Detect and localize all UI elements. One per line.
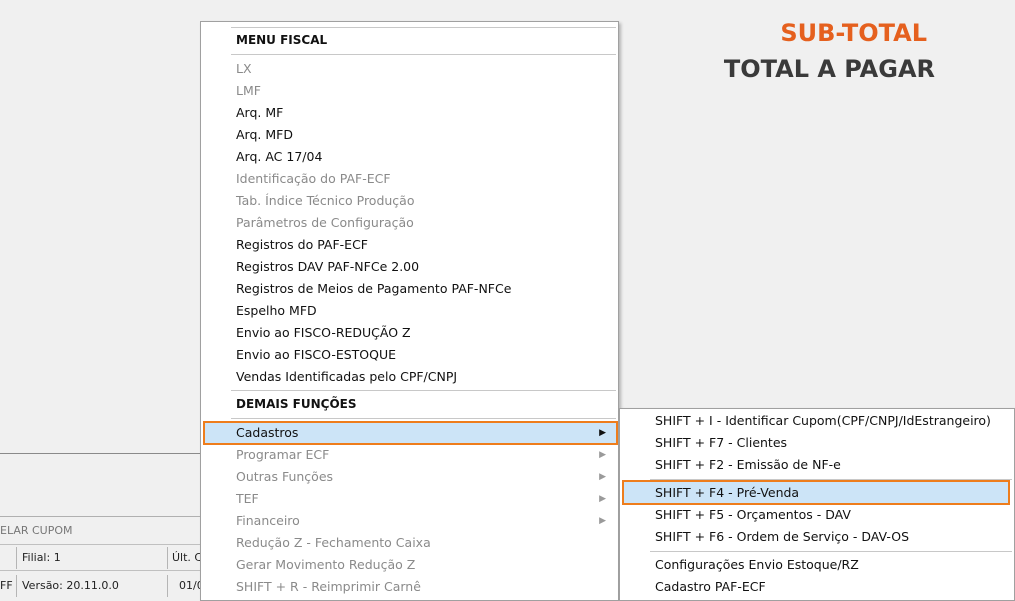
menu-item-lmf[interactable]: LMF xyxy=(236,80,612,102)
menu-item-reimprimir-carne[interactable]: SHIFT + R - Reimprimir Carnê xyxy=(236,576,612,598)
status-row-2: FF Versão: 20.11.0.0 01/0 xyxy=(0,574,204,598)
menu-item-outras-funcoes[interactable]: Outras Funções ▶ xyxy=(236,466,612,488)
cadastros-submenu: SHIFT + I - Identificar Cupom(CPF/CNPJ/I… xyxy=(619,408,1015,601)
menu-separator xyxy=(231,27,616,28)
submenu-arrow-icon: ▶ xyxy=(599,516,606,526)
menu-item-cadastros[interactable]: Cadastros ▶ xyxy=(236,422,612,444)
submenu-item-clientes[interactable]: SHIFT + F7 - Clientes xyxy=(655,432,1010,454)
status-versao: Versão: 20.11.0.0 xyxy=(22,579,119,592)
menu-item-identificacao-paf[interactable]: Identificação do PAF-ECF xyxy=(236,168,612,190)
menu-header-menu-fiscal: MENU FISCAL xyxy=(236,33,328,47)
menu-separator xyxy=(231,418,616,419)
menu-item-registros-meios-pagamento[interactable]: Registros de Meios de Pagamento PAF-NFCe xyxy=(236,278,612,300)
submenu-item-ordem-servico[interactable]: SHIFT + F6 - Ordem de Serviço - DAV-OS xyxy=(655,526,1010,548)
submenu-arrow-icon: ▶ xyxy=(599,428,606,438)
menu-item-vendas-identificadas[interactable]: Vendas Identificadas pelo CPF/CNPJ xyxy=(236,366,612,388)
menu-item-label: TEF xyxy=(236,491,259,506)
menu-item-tef[interactable]: TEF ▶ xyxy=(236,488,612,510)
menu-item-financeiro[interactable]: Financeiro ▶ xyxy=(236,510,612,532)
status-ult: Últ. C xyxy=(172,551,203,564)
status-separator xyxy=(167,547,168,569)
total-a-pagar-label: TOTAL A PAGAR xyxy=(723,55,935,83)
submenu-item-orcamentos[interactable]: SHIFT + F5 - Orçamentos - DAV xyxy=(655,504,1010,526)
submenu-arrow-icon: ▶ xyxy=(599,472,606,482)
menu-separator xyxy=(231,390,616,391)
menu-item-arq-ac[interactable]: Arq. AC 17/04 xyxy=(236,146,612,168)
menu-item-label: Outras Funções xyxy=(236,469,334,484)
menu-item-reducao-z[interactable]: Redução Z - Fechamento Caixa xyxy=(236,532,612,554)
status-separator xyxy=(16,547,17,569)
submenu-item-pre-venda[interactable]: SHIFT + F4 - Pré-Venda xyxy=(655,482,1010,504)
menu-separator xyxy=(650,551,1012,552)
status-row-1: Filial: 1 Últ. C xyxy=(0,546,203,570)
context-menu: MENU FISCAL LX LMF Arq. MF Arq. MFD Arq.… xyxy=(200,21,619,601)
divider-line xyxy=(0,544,200,545)
menu-item-parametros[interactable]: Parâmetros de Configuração xyxy=(236,212,612,234)
submenu-item-identificar-cupom[interactable]: SHIFT + I - Identificar Cupom(CPF/CNPJ/I… xyxy=(655,410,1010,432)
menu-item-label: Cadastros xyxy=(236,425,299,440)
submenu-arrow-icon: ▶ xyxy=(599,450,606,460)
status-separator xyxy=(167,575,168,597)
cancelar-cupom-label: ELAR CUPOM xyxy=(0,524,73,537)
menu-item-programar-ecf[interactable]: Programar ECF ▶ xyxy=(236,444,612,466)
menu-item-lx[interactable]: LX xyxy=(236,58,612,80)
menu-item-envio-estoque[interactable]: Envio ao FISCO-ESTOQUE xyxy=(236,344,612,366)
menu-separator xyxy=(231,54,616,55)
status-prefix: FF xyxy=(0,579,13,592)
sub-total-label: SUB-TOTAL xyxy=(780,19,927,47)
status-filial: Filial: 1 xyxy=(22,551,61,564)
menu-item-label: Programar ECF xyxy=(236,447,330,462)
menu-item-arq-mfd[interactable]: Arq. MFD xyxy=(236,124,612,146)
menu-item-espelho-mfd[interactable]: Espelho MFD xyxy=(236,300,612,322)
menu-item-label: Financeiro xyxy=(236,513,300,528)
submenu-item-cadastro-paf[interactable]: Cadastro PAF-ECF xyxy=(655,576,1010,598)
menu-item-envio-reducao-z[interactable]: Envio ao FISCO-REDUÇÃO Z xyxy=(236,322,612,344)
menu-header-demais-funcoes: DEMAIS FUNÇÕES xyxy=(236,397,357,411)
submenu-item-emissao-nfe[interactable]: SHIFT + F2 - Emissão de NF-e xyxy=(655,454,1010,476)
menu-gutter xyxy=(201,22,229,600)
status-separator xyxy=(16,575,17,597)
menu-item-registros-dav[interactable]: Registros DAV PAF-NFCe 2.00 xyxy=(236,256,612,278)
menu-item-gerar-movimento[interactable]: Gerar Movimento Redução Z xyxy=(236,554,612,576)
menu-item-arq-mf[interactable]: Arq. MF xyxy=(236,102,612,124)
submenu-arrow-icon: ▶ xyxy=(599,494,606,504)
submenu-item-config-envio[interactable]: Configurações Envio Estoque/RZ xyxy=(655,554,1010,576)
menu-item-registros-paf[interactable]: Registros do PAF-ECF xyxy=(236,234,612,256)
menu-item-tab-indice[interactable]: Tab. Índice Técnico Produção xyxy=(236,190,612,212)
divider-line xyxy=(0,570,200,571)
